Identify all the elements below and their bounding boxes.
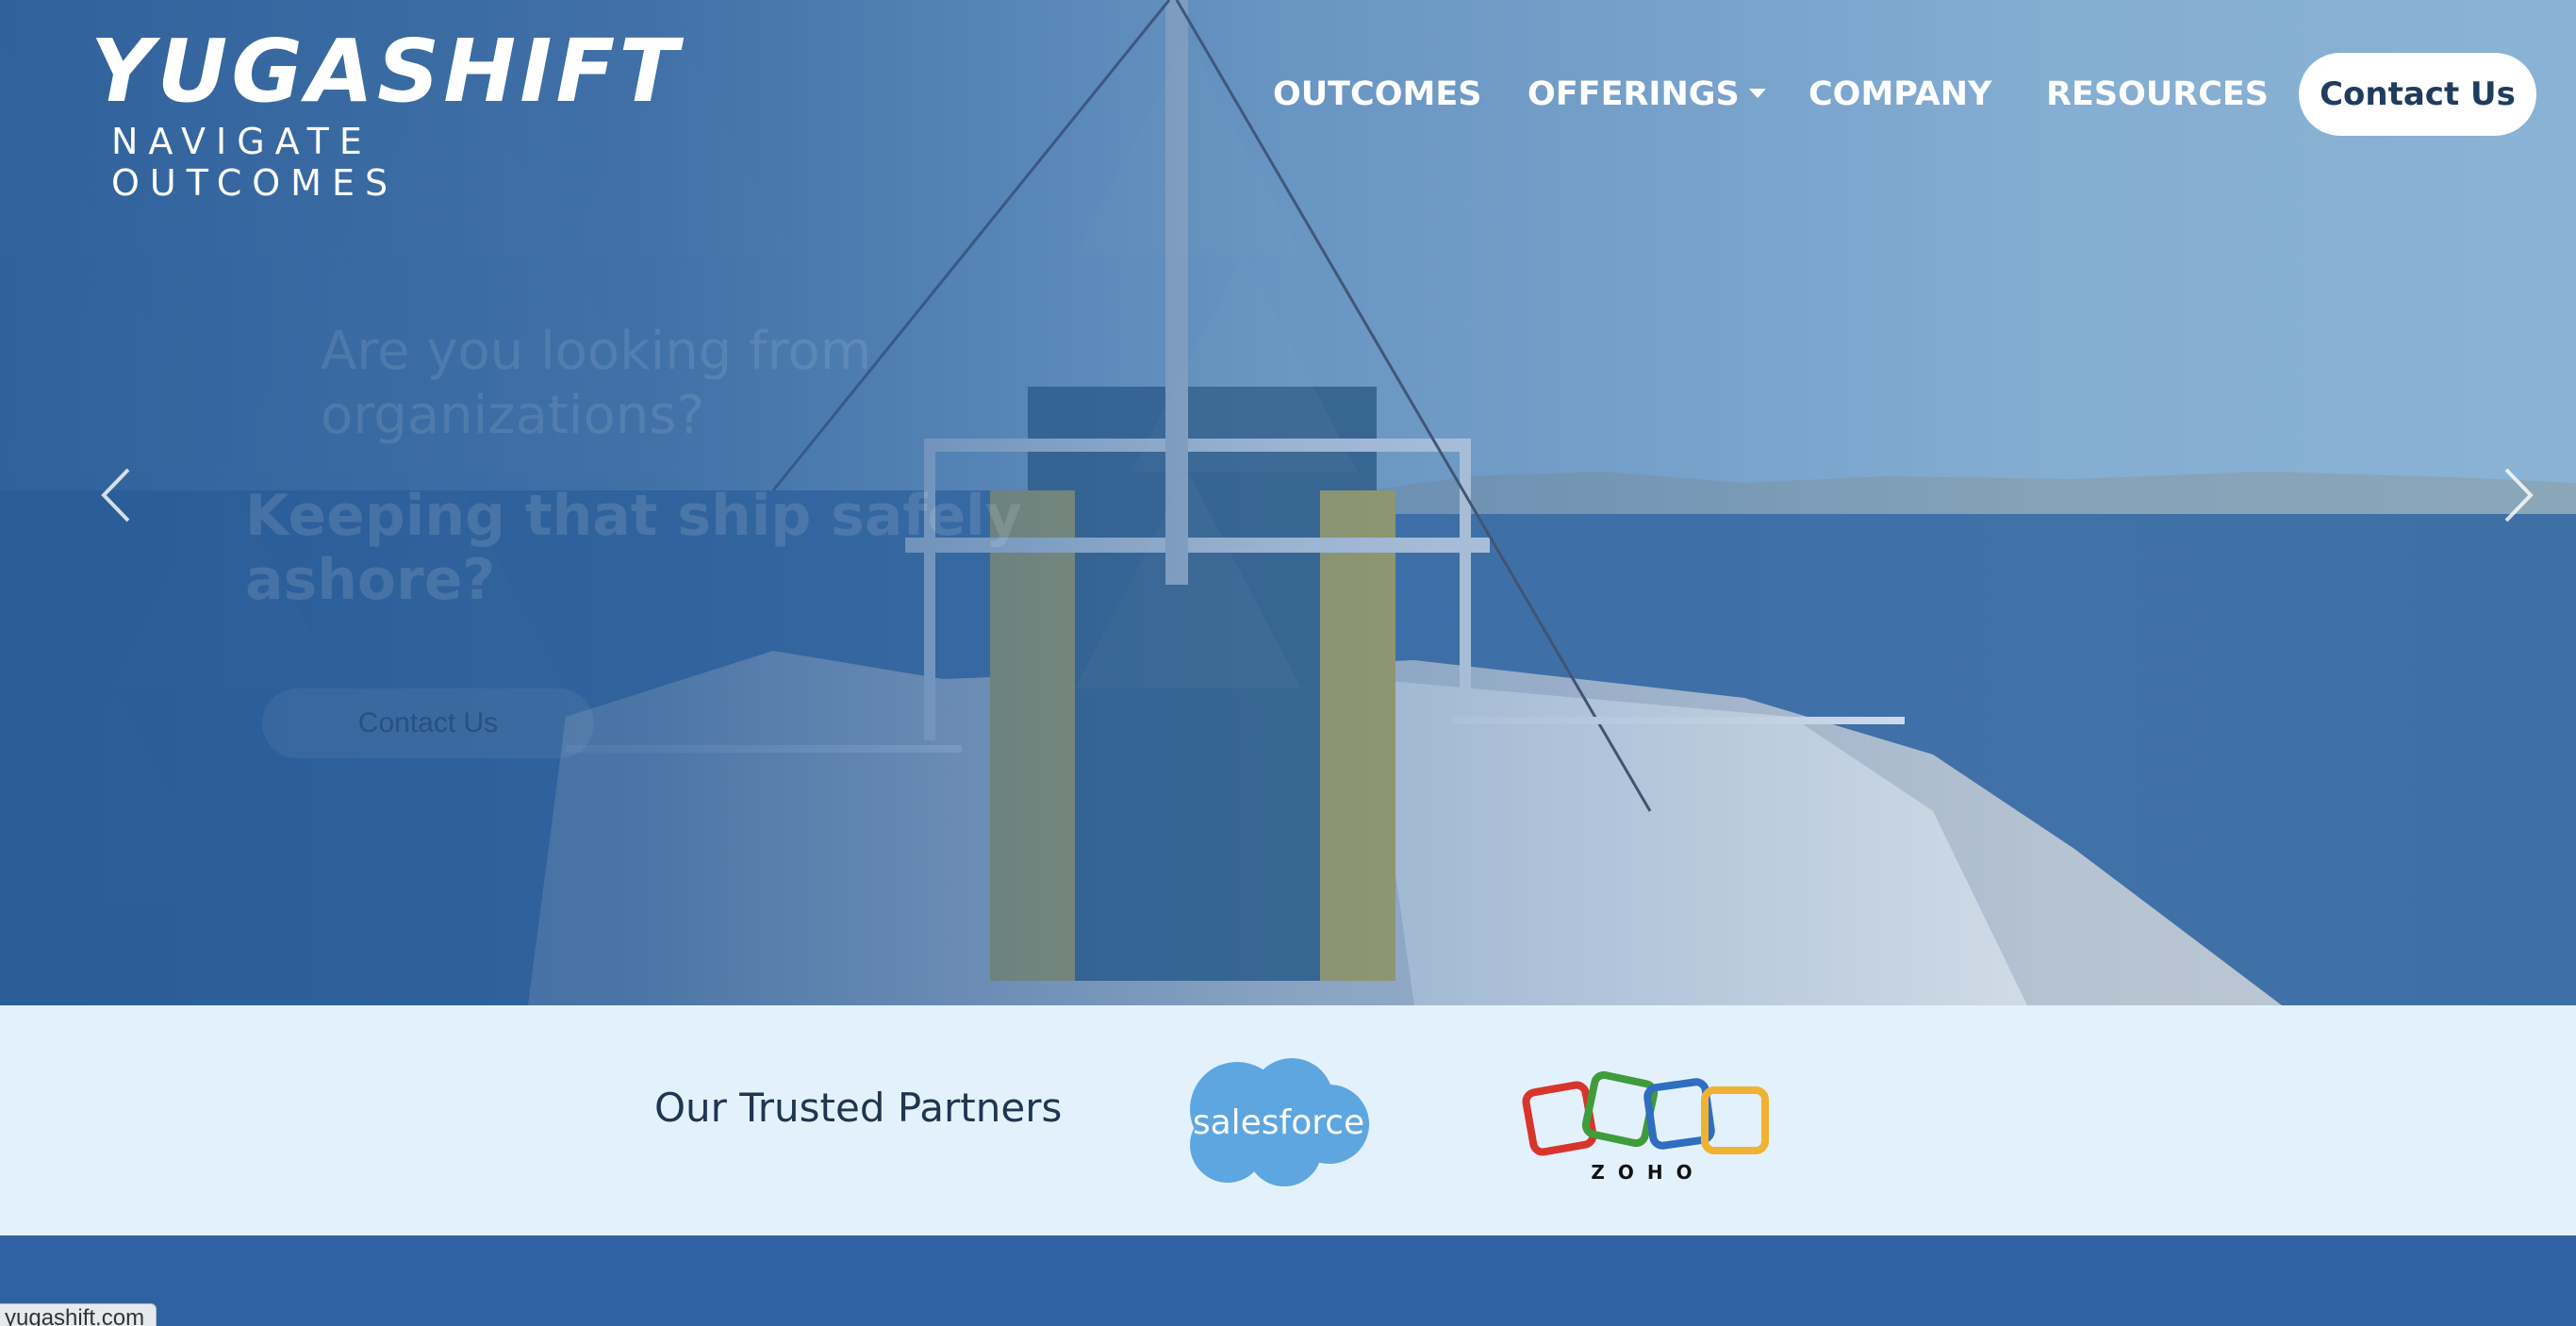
hero-heading-line-1: Are you looking from [321, 321, 872, 382]
hero-subheading-line-2: ashore? [245, 547, 496, 613]
hero-heading-line-2: organizations? [321, 385, 705, 446]
contact-us-button[interactable]: Contact Us [2299, 53, 2536, 136]
nav-resources-label: RESOURCES [2046, 75, 2269, 113]
chevron-right-icon[interactable] [2489, 462, 2546, 528]
salesforce-logo[interactable]: salesforce [1179, 1051, 1373, 1190]
hero-contact-button[interactable]: Contact Us [262, 688, 594, 758]
chevron-left-icon[interactable] [89, 462, 145, 528]
zoho-wordmark: ZOHO [1591, 1161, 1705, 1184]
caret-down-icon [1748, 89, 1766, 98]
status-bar-url: yugashift.com [0, 1303, 157, 1326]
logo-tagline: NAVIGATE OUTCOMES [111, 121, 399, 204]
zoho-logo[interactable]: ZOHO [1520, 1058, 1776, 1190]
salesforce-wordmark: salesforce [1193, 1103, 1364, 1142]
next-section-strip [0, 1235, 2576, 1326]
nav-offerings[interactable]: OFFERINGS [1527, 70, 1766, 119]
nav-company[interactable]: COMPANY [1808, 70, 1991, 119]
partners-section: Our Trusted Partners salesforce ZOHO [0, 1005, 2576, 1235]
yugashift-logo[interactable]: YUGASHIFT NAVIGATE OUTCOMES [91, 21, 683, 205]
nav-outcomes[interactable]: OUTCOMES [1273, 70, 1481, 119]
nav-offerings-label: OFFERINGS [1527, 75, 1740, 113]
hero-subheading-line-1: Keeping that ship safely [245, 483, 1022, 549]
nav-resources[interactable]: RESOURCES [2046, 70, 2269, 119]
nav-company-label: COMPANY [1808, 75, 1992, 113]
nav-outcomes-label: OUTCOMES [1273, 75, 1482, 113]
logo-wordmark: YUGASHIFT [91, 21, 683, 122]
partners-title: Our Trusted Partners [654, 1085, 1063, 1131]
